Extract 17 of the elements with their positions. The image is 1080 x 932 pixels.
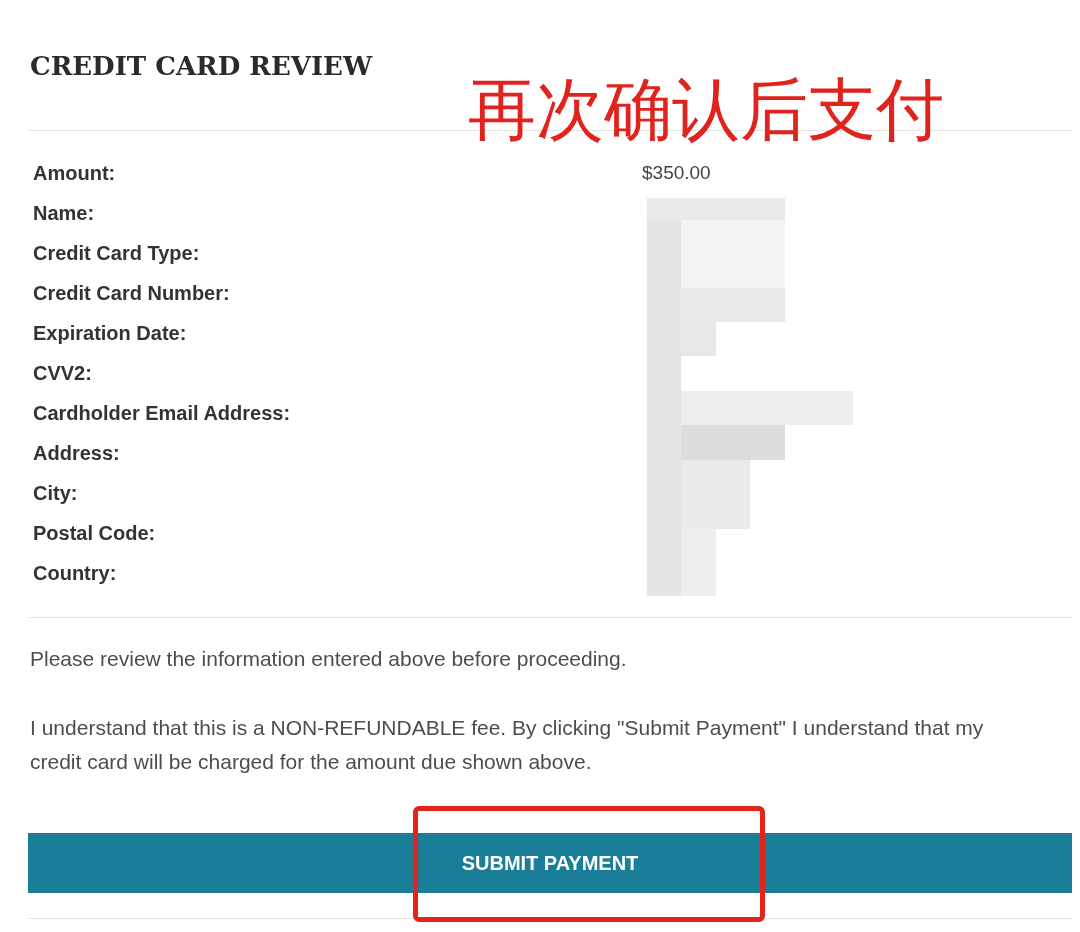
field-label: Address: xyxy=(33,441,120,466)
field-label: Country: xyxy=(33,561,117,586)
annotation-text: 再次确认后支付 xyxy=(468,70,944,149)
field-label: Amount: xyxy=(33,161,116,186)
field-label: Credit Card Type: xyxy=(33,241,200,266)
field-label: Credit Card Number: xyxy=(33,281,230,306)
field-label: Expiration Date: xyxy=(33,321,187,346)
field-label: CVV2: xyxy=(33,361,92,386)
submit-payment-button[interactable]: SUBMIT PAYMENT xyxy=(28,833,1072,893)
field-value: $350.00 xyxy=(642,160,711,185)
page-title: CREDIT CARD REVIEW xyxy=(29,50,373,83)
field-label: Name: xyxy=(33,201,95,226)
field-label: Cardholder Email Address: xyxy=(33,401,291,426)
field-label: Postal Code: xyxy=(33,521,156,546)
field-label: City: xyxy=(33,481,78,506)
notice-text: I understand that this is a NON-REFUNDABLE fee. By clicking "Submit Payment" I understand that my credit card will be charged for the amount due shown above. xyxy=(30,715,985,775)
notice-text: Please review the information entered above before proceeding. xyxy=(30,646,628,672)
